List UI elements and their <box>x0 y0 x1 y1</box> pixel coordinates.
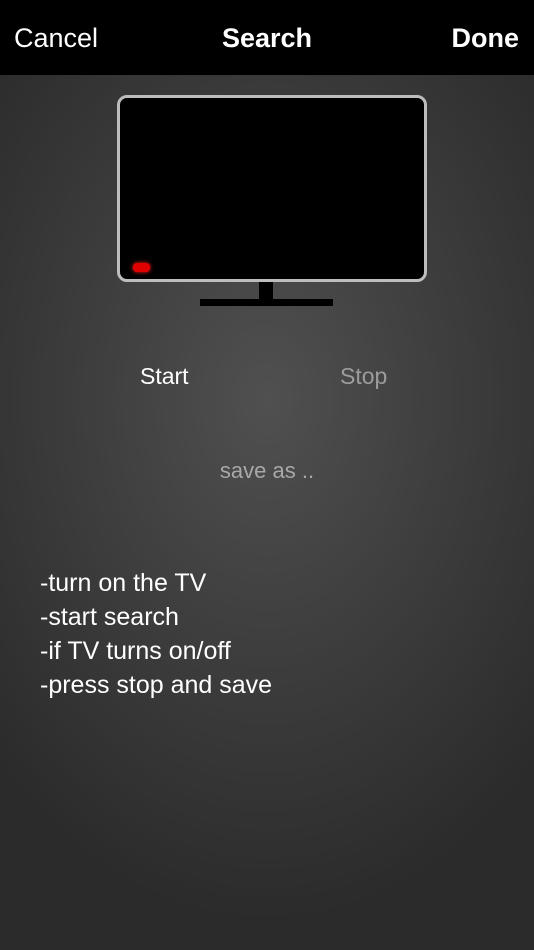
instructions-list: -turn on the TV -start search -if TV tur… <box>40 566 272 702</box>
instruction-item: -turn on the TV <box>40 569 207 597</box>
save-as-button[interactable]: save as .. <box>0 457 534 485</box>
tv-icon <box>117 95 427 311</box>
stop-button[interactable]: Stop <box>340 362 387 390</box>
tv-stand-base <box>200 299 333 306</box>
search-screen: Cancel Search Done Start Stop save as ..… <box>0 0 534 950</box>
start-button[interactable]: Start <box>140 362 189 390</box>
tv-screen <box>117 95 427 282</box>
instruction-item: -if TV turns on/off <box>40 637 231 665</box>
instruction-item: -start search <box>40 603 179 631</box>
navigation-bar: Cancel Search Done <box>0 0 534 75</box>
instruction-item: -press stop and save <box>40 671 273 699</box>
done-button[interactable]: Done <box>452 20 520 56</box>
tv-indicator-light <box>133 263 150 272</box>
tv-stand-neck <box>259 282 273 300</box>
